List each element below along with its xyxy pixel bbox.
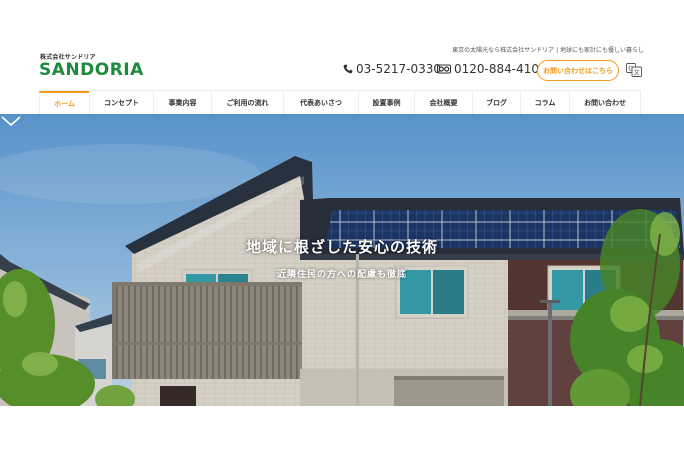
nav-item-cases[interactable]: 設置事例 — [358, 91, 414, 115]
nav-item-concept[interactable]: コンセプト — [89, 91, 153, 115]
svg-text:文: 文 — [634, 69, 640, 77]
nav-item-company[interactable]: 会社概要 — [414, 91, 472, 115]
hero-title: 地域に根ざした安心の技術 — [245, 238, 438, 256]
translate-icon[interactable]: G 文 — [626, 63, 642, 77]
nav-item-services[interactable]: 事業内容 — [153, 91, 211, 115]
site-header: 株式会社サンドリア SANDORIA 東京の太陽光なら株式会社サンドリア | 地… — [0, 0, 684, 90]
nav-item-home[interactable]: ホーム — [39, 91, 89, 115]
hero-image — [0, 114, 684, 406]
contact-button[interactable]: お問い合わせはこちら — [537, 60, 619, 81]
site-logo[interactable]: 株式会社サンドリア SANDORIA — [39, 54, 149, 80]
logo-wordmark: SANDORIA — [39, 60, 144, 80]
free-dial-icon — [437, 64, 451, 74]
site-tagline: 東京の太陽光なら株式会社サンドリア | 地球にも家計にも優しい暮らし — [452, 47, 644, 54]
phone-icon — [343, 64, 353, 74]
free-dial-number: 0120-884-410 — [454, 62, 540, 76]
chevron-down-icon[interactable] — [0, 114, 22, 128]
hero-slider: 地域に根ざした安心の技術 近隣住民の方への配慮も徹底 — [0, 114, 684, 406]
global-nav: ホーム コンセプト 事業内容 ご利用の流れ 代表あいさつ 設置事例 会社概要 ブ… — [39, 90, 641, 115]
nav-item-column[interactable]: コラム — [520, 91, 569, 115]
free-dial-link[interactable]: 0120-884-410 — [437, 62, 539, 76]
phone-number-link[interactable]: 03-5217-0330 — [343, 62, 441, 76]
nav-item-blog[interactable]: ブログ — [472, 91, 520, 115]
phone-number: 03-5217-0330 — [356, 62, 442, 76]
nav-item-contact[interactable]: お問い合わせ — [569, 91, 641, 115]
nav-item-flow[interactable]: ご利用の流れ — [211, 91, 283, 115]
nav-item-greeting[interactable]: 代表あいさつ — [283, 91, 358, 115]
hero-subtitle: 近隣住民の方への配慮も徹底 — [276, 270, 407, 280]
